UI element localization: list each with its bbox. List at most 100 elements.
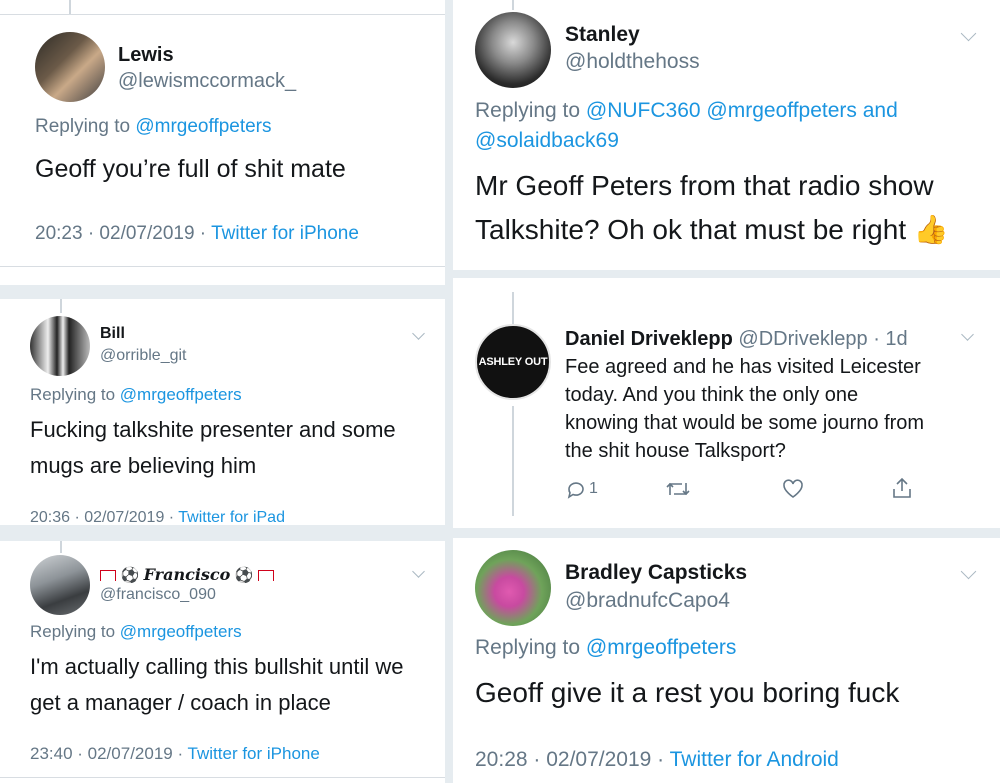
source-link[interactable]: Twitter for Android bbox=[670, 748, 839, 771]
replying-to: Replying to @mrgeoffpeters bbox=[30, 385, 242, 405]
tweet-francisco: ⚽ Francisco ⚽ @francisco_090 Replying to… bbox=[0, 541, 445, 783]
heart-icon bbox=[783, 479, 803, 498]
goal-icon bbox=[100, 570, 116, 582]
replying-prefix: Replying to bbox=[30, 622, 116, 641]
mention-link[interactable]: @mrgeoffpeters bbox=[120, 622, 242, 641]
tweet-text: Geoff give it a rest you boring fuck bbox=[475, 677, 900, 708]
soccer-ball-icon: ⚽ bbox=[234, 567, 254, 584]
avatar[interactable] bbox=[475, 550, 551, 626]
timestamp: 20:23 · 02/07/2019 · Twitter for iPhone bbox=[35, 223, 359, 245]
display-name[interactable]: Stanley bbox=[565, 23, 640, 47]
chevron-down-icon[interactable] bbox=[412, 327, 425, 340]
avatar[interactable] bbox=[35, 32, 105, 102]
timestamp: 20:28 · 02/07/2019 · Twitter for Android bbox=[475, 748, 839, 772]
goal-icon bbox=[257, 570, 274, 582]
replying-to: Replying to @NUFC360 @mrgeoffpeters and bbox=[475, 99, 898, 123]
timestamp: 23:40 · 02/07/2019 · Twitter for iPhone bbox=[30, 744, 320, 764]
source-link[interactable]: Twitter for iPhone bbox=[211, 223, 359, 244]
display-name[interactable]: Francisco bbox=[144, 565, 231, 584]
timestamp: 20:36 · 02/07/2019 · Twitter for iPad bbox=[30, 509, 285, 525]
tweet-age: · 1d bbox=[873, 328, 908, 350]
gutter-vertical bbox=[445, 0, 453, 783]
handle[interactable]: @orrible_git bbox=[100, 347, 187, 365]
top-divider bbox=[0, 14, 445, 15]
retweet-button[interactable] bbox=[665, 478, 691, 505]
reply-icon bbox=[567, 482, 584, 499]
gutter-right-2 bbox=[453, 528, 1000, 538]
bottom-divider bbox=[0, 266, 445, 267]
handle[interactable]: @DDriveklepp bbox=[738, 328, 867, 350]
avatar[interactable]: ASHLEY OUT bbox=[475, 324, 551, 400]
handle[interactable]: @holdthehoss bbox=[565, 50, 700, 74]
reply-count: 1 bbox=[589, 480, 598, 497]
replying-prefix: Replying to bbox=[475, 636, 581, 659]
avatar[interactable] bbox=[30, 316, 90, 376]
thread-line bbox=[60, 299, 62, 313]
tweet-lewis: Lewis @lewismccormack_ Replying to @mrge… bbox=[0, 0, 445, 285]
tweet-text-line2: today. And you think the only one bbox=[565, 384, 859, 406]
avatar[interactable] bbox=[30, 555, 90, 615]
tweet-bradley: Bradley Capsticks @bradnufcCapo4 Replyin… bbox=[453, 538, 1000, 783]
like-button[interactable] bbox=[781, 478, 805, 505]
tweet-text-line2: get a manager / coach in place bbox=[30, 690, 331, 715]
time-date: 23:40 · 02/07/2019 · bbox=[30, 744, 184, 763]
source-link[interactable]: Twitter for iPad bbox=[178, 509, 285, 525]
time-date: 20:28 · 02/07/2019 · bbox=[475, 748, 665, 771]
display-name[interactable]: Bradley Capsticks bbox=[565, 561, 747, 585]
thread-line bbox=[60, 541, 62, 553]
avatar[interactable] bbox=[475, 12, 551, 88]
tweet-text-line2: mugs are believing him bbox=[30, 453, 257, 478]
mention-link[interactable]: @mrgeoffpeters bbox=[120, 385, 242, 404]
chevron-down-icon[interactable] bbox=[960, 563, 977, 580]
tweet-text-line2: Talkshite? Oh ok that must be right 👍 bbox=[475, 214, 949, 245]
mention-link[interactable]: @mrgeoffpeters bbox=[586, 636, 737, 659]
tweet-bill: Bill @orrible_git Replying to @mrgeoffpe… bbox=[0, 299, 445, 525]
share-icon bbox=[893, 477, 911, 498]
gutter-right-1 bbox=[453, 270, 1000, 278]
handle[interactable]: @bradnufcCapo4 bbox=[565, 589, 730, 613]
tweet-text-line3: knowing that would be some journo from bbox=[565, 412, 925, 434]
tweet-text-line1: Mr Geoff Peters from that radio show bbox=[475, 170, 934, 201]
thread-line-top bbox=[512, 292, 514, 324]
chevron-down-icon[interactable] bbox=[412, 565, 425, 578]
replying-prefix: Replying to bbox=[30, 385, 116, 404]
tweet-text: Geoff you’re full of shit mate bbox=[35, 155, 346, 183]
thumbs-up-icon: 👍 bbox=[913, 214, 949, 245]
tweet-header: Daniel Driveklepp @DDriveklepp · 1d bbox=[565, 328, 908, 351]
bottom-divider bbox=[0, 777, 445, 778]
mention-links[interactable]: @NUFC360 @mrgeoffpeters and bbox=[586, 99, 898, 122]
reply-button[interactable]: 1 bbox=[565, 478, 605, 502]
thread-line bbox=[69, 0, 71, 14]
tweet-text-line4: the shit house Talksport? bbox=[565, 440, 786, 462]
thread-line-bottom bbox=[512, 406, 514, 516]
tweet-daniel: ASHLEY OUT Daniel Driveklepp @DDriveklep… bbox=[453, 278, 1000, 528]
handle[interactable]: @francisco_090 bbox=[100, 586, 216, 604]
display-name-row: ⚽ Francisco ⚽ bbox=[100, 565, 274, 585]
share-button[interactable] bbox=[891, 476, 913, 505]
mention-link[interactable]: @mrgeoffpeters bbox=[135, 116, 271, 137]
handle[interactable]: @lewismccormack_ bbox=[118, 70, 296, 93]
mention-link-solaidback[interactable]: @solaidback69 bbox=[475, 129, 619, 153]
source-link[interactable]: Twitter for iPhone bbox=[188, 744, 320, 763]
tweet-text-line1: Fucking talkshite presenter and some bbox=[30, 417, 396, 442]
display-name[interactable]: Lewis bbox=[118, 44, 174, 67]
gutter-left-2 bbox=[0, 525, 445, 541]
replying-to: Replying to @mrgeoffpeters bbox=[30, 622, 242, 642]
display-name[interactable]: Daniel Driveklepp bbox=[565, 328, 733, 350]
time-date: 20:23 · 02/07/2019 · bbox=[35, 223, 207, 244]
replying-to: Replying to @mrgeoffpeters bbox=[475, 636, 736, 660]
soccer-ball-icon: ⚽ bbox=[120, 567, 140, 584]
gutter-left-1 bbox=[0, 285, 445, 299]
retweet-icon bbox=[666, 482, 690, 496]
tweet-text-line1: I'm actually calling this bullshit until… bbox=[30, 654, 404, 679]
tweet-text-line1: Fee agreed and he has visited Leicester bbox=[565, 356, 921, 378]
display-name[interactable]: Bill bbox=[100, 325, 125, 343]
thread-line bbox=[512, 0, 514, 10]
avatar-label: ASHLEY OUT bbox=[478, 356, 548, 368]
replying-to: Replying to @mrgeoffpeters bbox=[35, 116, 272, 138]
time-date: 20:36 · 02/07/2019 · bbox=[30, 509, 175, 525]
chevron-down-icon[interactable] bbox=[961, 328, 974, 341]
chevron-down-icon[interactable] bbox=[960, 25, 977, 42]
replying-prefix: Replying to bbox=[475, 99, 581, 122]
replying-prefix: Replying to bbox=[35, 116, 131, 137]
